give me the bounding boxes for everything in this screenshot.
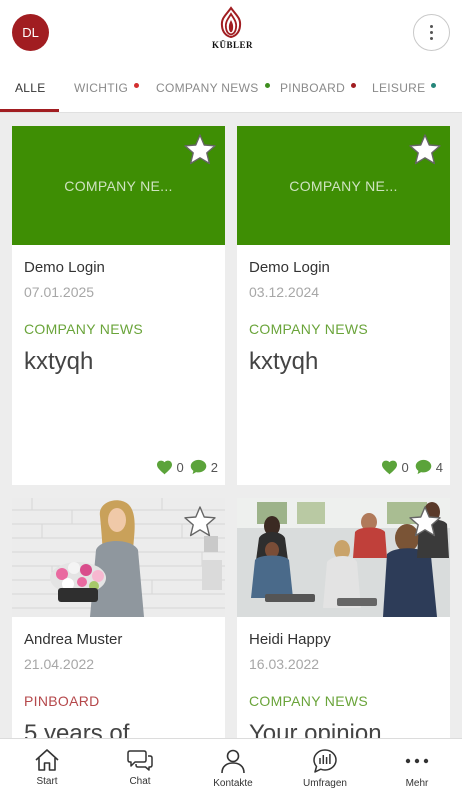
nav-umfragen[interactable]: Umfragen	[279, 739, 371, 800]
poll-icon	[313, 749, 337, 773]
news-card[interactable]: COMPANY NE... Demo Login 07.01.2025 COMP…	[12, 126, 225, 485]
card-title: kxtyqh	[24, 348, 94, 375]
comments-count: 4	[435, 459, 443, 475]
card-photo	[12, 498, 225, 617]
likes-stat[interactable]: 0	[156, 460, 184, 475]
comments-stat[interactable]: 2	[190, 459, 218, 475]
nav-label: Umfragen	[303, 778, 347, 789]
likes-stat[interactable]: 0	[381, 460, 409, 475]
tab-label: COMPANY NEWS	[156, 81, 259, 95]
card-date: 16.03.2022	[249, 656, 320, 672]
more-dots-icon	[405, 758, 429, 764]
card-author: Demo Login	[24, 259, 105, 276]
news-card[interactable]: Heidi Happy 16.03.2022 COMPANY NEWS Your…	[237, 498, 450, 738]
tab-label: PINBOARD	[280, 81, 346, 95]
news-card[interactable]: COMPANY NE... Demo Login 03.12.2024 COMP…	[237, 126, 450, 485]
active-tab-indicator	[0, 109, 59, 112]
heart-icon	[156, 460, 172, 474]
card-date: 07.01.2025	[24, 284, 95, 300]
app: DL KÜBLER ALLE WICHTIG COMPANY NEWS PINB…	[0, 0, 462, 800]
card-title: kxtyqh	[249, 348, 319, 375]
card-image-placeholder: COMPANY NE...	[12, 126, 225, 245]
tab-label: ALLE	[15, 81, 46, 95]
nav-mehr[interactable]: Mehr	[371, 739, 462, 800]
nav-label: Chat	[129, 776, 151, 787]
dot	[430, 37, 433, 40]
nav-chat[interactable]: Chat	[94, 739, 186, 800]
tab-alle[interactable]: ALLE	[15, 64, 46, 112]
card-author: Heidi Happy	[249, 631, 331, 648]
dot	[430, 25, 433, 28]
home-icon	[35, 749, 59, 771]
category-tabs: ALLE WICHTIG COMPANY NEWS PINBOARD LEISU…	[0, 64, 462, 113]
star-icon[interactable]	[408, 133, 442, 167]
card-date: 21.04.2022	[24, 656, 95, 672]
tab-indicator-dot	[264, 82, 270, 88]
nav-start[interactable]: Start	[1, 739, 93, 800]
tab-indicator-dot	[351, 82, 357, 88]
app-header: DL KÜBLER	[0, 0, 462, 64]
card-category: COMPANY NEWS	[249, 693, 368, 709]
bottom-navigation: Start Chat Kontakte Umfragen Mehr	[0, 738, 462, 800]
tab-indicator-dot	[431, 82, 437, 88]
tab-label: LEISURE	[372, 81, 426, 95]
news-card[interactable]: Andrea Muster 21.04.2022 PINBOARD 5 year…	[12, 498, 225, 738]
tab-indicator-dot	[134, 82, 140, 88]
card-author: Demo Login	[249, 259, 330, 276]
card-stats: 0 2	[156, 459, 218, 475]
tab-company-news[interactable]: COMPANY NEWS	[156, 64, 270, 112]
comment-icon	[415, 459, 432, 475]
tab-leisure[interactable]: LEISURE	[372, 64, 437, 112]
user-avatar[interactable]: DL	[12, 14, 49, 51]
chat-icon	[127, 750, 153, 771]
card-author: Andrea Muster	[24, 631, 123, 648]
card-stats: 0 4	[381, 459, 443, 475]
card-photo	[237, 498, 450, 617]
nav-label: Mehr	[405, 778, 429, 789]
kubler-logo: KÜBLER	[212, 6, 254, 52]
comments-count: 2	[210, 459, 218, 475]
person-icon	[221, 749, 245, 774]
tab-label: WICHTIG	[74, 81, 129, 95]
card-title: 5 years of	[24, 720, 130, 738]
tab-wichtig[interactable]: WICHTIG	[74, 64, 140, 112]
star-icon[interactable]	[183, 133, 217, 167]
card-date: 03.12.2024	[249, 284, 320, 300]
comment-icon	[190, 459, 207, 475]
card-image-placeholder: COMPANY NE...	[237, 126, 450, 245]
star-icon[interactable]	[183, 505, 217, 539]
card-category: PINBOARD	[24, 693, 100, 709]
logo-text: KÜBLER	[212, 40, 254, 50]
comments-stat[interactable]: 4	[415, 459, 443, 475]
overflow-menu-button[interactable]	[413, 14, 450, 51]
flame-icon	[220, 6, 242, 39]
heart-icon	[381, 460, 397, 474]
card-category: COMPANY NEWS	[249, 321, 368, 337]
nav-kontakte[interactable]: Kontakte	[187, 739, 279, 800]
likes-count: 0	[176, 459, 184, 475]
nav-label: Kontakte	[213, 778, 253, 789]
likes-count: 0	[401, 459, 409, 475]
card-category: COMPANY NEWS	[24, 321, 143, 337]
nav-label: Start	[36, 776, 58, 787]
dot	[430, 31, 433, 34]
tab-pinboard[interactable]: PINBOARD	[280, 64, 357, 112]
card-title: Your opinion	[249, 720, 382, 738]
star-icon[interactable]	[408, 505, 442, 539]
